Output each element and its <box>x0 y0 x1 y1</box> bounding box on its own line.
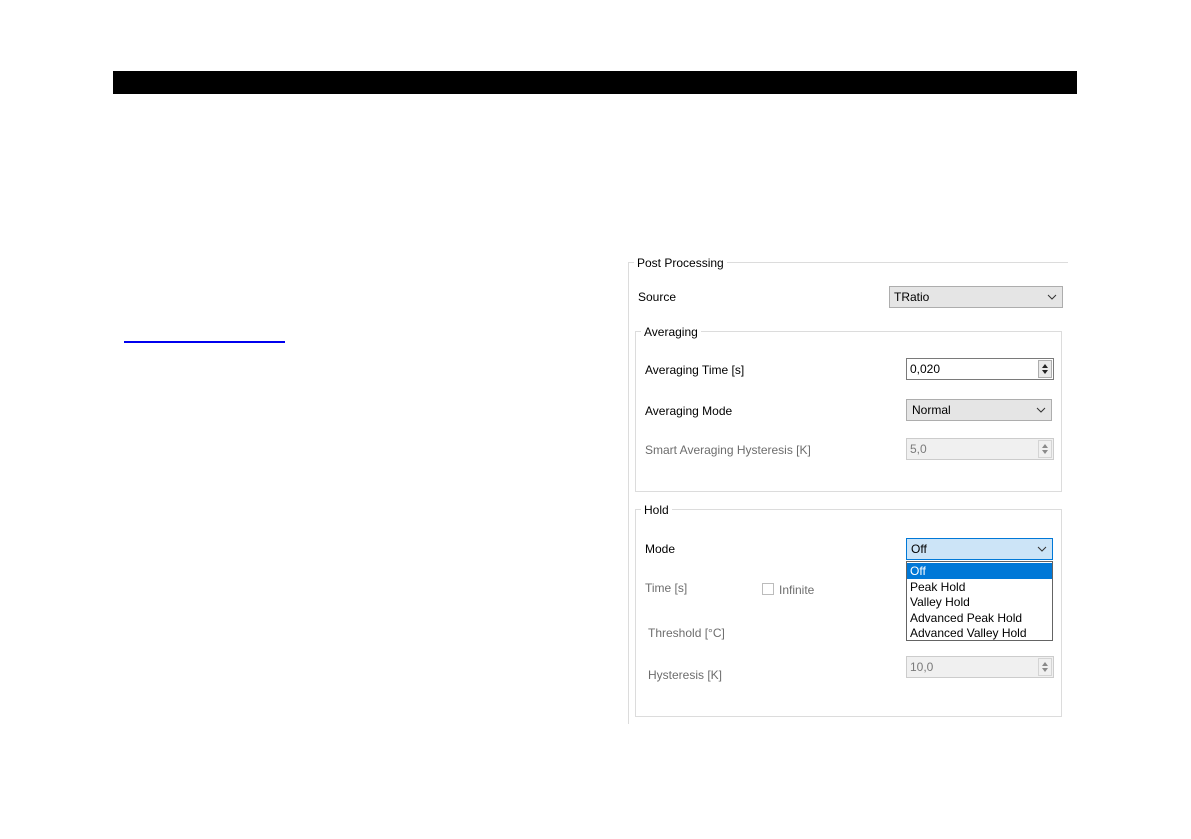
top-black-bar <box>113 71 1077 94</box>
post-processing-title: Post Processing <box>634 256 727 270</box>
smart-hysteresis-spinner[interactable]: 5,0 <box>906 438 1054 460</box>
averaging-mode-label: Averaging Mode <box>645 404 733 418</box>
source-label: Source <box>638 290 677 304</box>
hold-hysteresis-spinner[interactable]: 10,0 <box>906 656 1054 678</box>
spin-arrows-icon <box>1042 662 1048 672</box>
hold-mode-value: Off <box>911 542 927 556</box>
smart-hysteresis-spin-buttons[interactable] <box>1038 440 1052 458</box>
averaging-time-label: Averaging Time [s] <box>645 363 745 377</box>
chevron-down-icon <box>1047 294 1057 300</box>
averaging-mode-combo[interactable]: Normal <box>906 399 1052 421</box>
source-combo-value: TRatio <box>894 290 930 304</box>
hold-hysteresis-spin-buttons[interactable] <box>1038 658 1052 676</box>
hold-hysteresis-label: Hysteresis [K] <box>648 668 723 682</box>
hold-time-label: Time [s] <box>645 581 688 595</box>
averaging-time-spin-buttons[interactable] <box>1038 360 1052 378</box>
dropdown-option-off[interactable]: Off <box>907 563 1052 579</box>
hold-hysteresis-value: 10,0 <box>910 660 934 674</box>
dropdown-option-peak-hold[interactable]: Peak Hold <box>907 579 1052 595</box>
infinite-label: Infinite <box>779 583 815 597</box>
hold-mode-label: Mode <box>645 542 676 556</box>
dropdown-option-advanced-valley-hold[interactable]: Advanced Valley Hold <box>907 625 1052 641</box>
hold-mode-dropdown-list: Off Peak Hold Valley Hold Advanced Peak … <box>906 561 1053 641</box>
hold-mode-combo[interactable]: Off <box>906 538 1053 560</box>
averaging-mode-value: Normal <box>912 403 951 417</box>
infinite-checkbox[interactable] <box>762 583 774 595</box>
averaging-title: Averaging <box>641 325 701 339</box>
chevron-down-icon <box>1036 407 1046 413</box>
averaging-time-value: 0,020 <box>910 362 941 376</box>
hold-title: Hold <box>641 503 672 517</box>
smart-hysteresis-value: 5,0 <box>910 442 927 456</box>
chevron-down-icon <box>1037 546 1047 552</box>
dropdown-option-advanced-peak-hold[interactable]: Advanced Peak Hold <box>907 610 1052 626</box>
spin-arrows-icon <box>1042 444 1048 454</box>
source-combo[interactable]: TRatio <box>889 286 1063 308</box>
averaging-time-spinner[interactable]: 0,020 <box>906 358 1054 380</box>
spin-arrows-icon <box>1042 364 1048 374</box>
link-underline[interactable] <box>124 341 285 343</box>
dropdown-option-valley-hold[interactable]: Valley Hold <box>907 594 1052 610</box>
threshold-label: Threshold [°C] <box>648 626 725 640</box>
smart-hysteresis-label: Smart Averaging Hysteresis [K] <box>645 443 811 457</box>
